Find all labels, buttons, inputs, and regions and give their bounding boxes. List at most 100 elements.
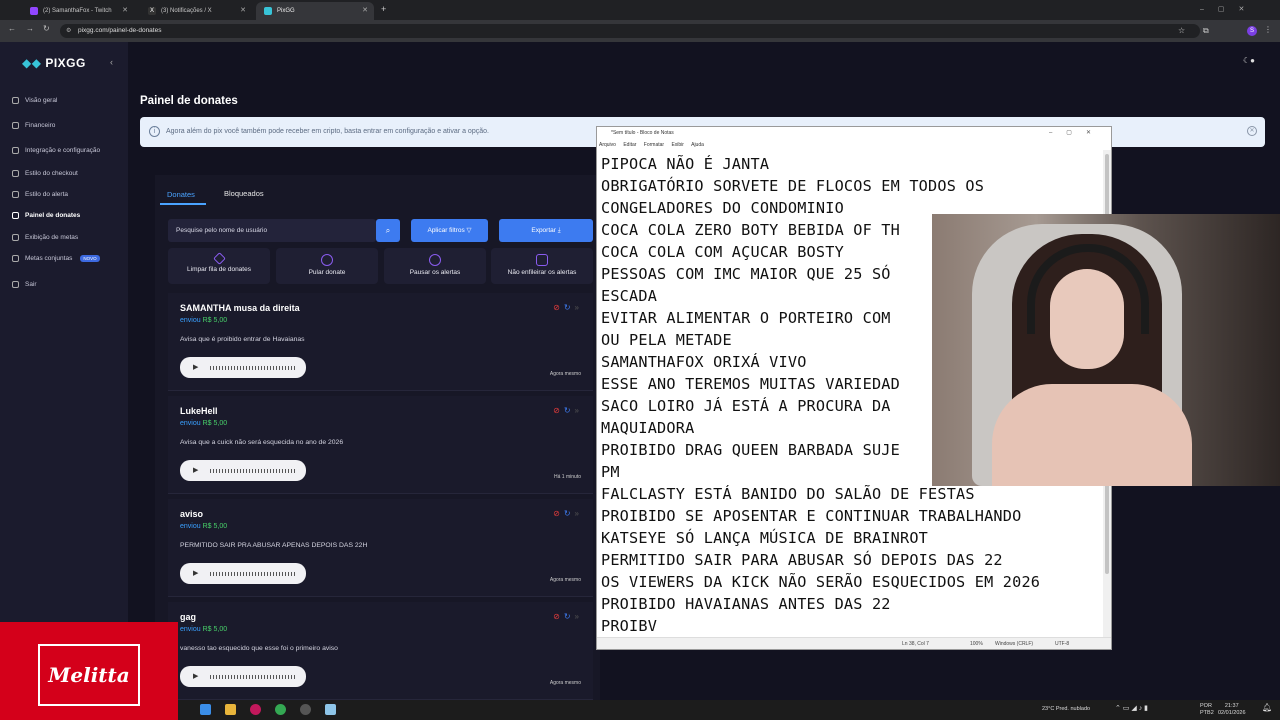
clock[interactable]: 21:37 02/01/2026 bbox=[1218, 703, 1246, 717]
donation-amount: enviou R$ 5,00 bbox=[180, 420, 227, 427]
url-input[interactable]: pixgg.com/painel-de-donates bbox=[60, 24, 1200, 38]
menu-arquivo[interactable]: Arquivo bbox=[599, 142, 616, 148]
replay-icon[interactable]: ↻ bbox=[564, 406, 571, 415]
sidebar-item-label: Financeiro bbox=[25, 122, 56, 129]
chrome-icon[interactable] bbox=[275, 704, 286, 715]
obs-icon[interactable] bbox=[300, 704, 311, 715]
extensions-icon[interactable]: ⧉ bbox=[1203, 26, 1209, 36]
search-button[interactable]: ⌕ bbox=[376, 219, 400, 242]
app-icon[interactable] bbox=[250, 704, 261, 715]
language-indicator[interactable]: POR PTB2 bbox=[1200, 703, 1214, 717]
window-controls[interactable]: –▢✕ bbox=[1049, 127, 1105, 140]
site-info-icon[interactable]: ⚙ bbox=[66, 27, 71, 34]
block-icon[interactable]: ⊘ bbox=[553, 303, 560, 312]
pixgg-logo: ◆◆ PIXGG bbox=[22, 56, 86, 70]
audio-player[interactable]: ▶ bbox=[180, 563, 306, 584]
replay-icon[interactable]: ↻ bbox=[564, 612, 571, 621]
system-tray-icons[interactable]: ⌃ ▭ ◢ ♪ ▮ bbox=[1115, 705, 1148, 712]
info-icon: i bbox=[149, 126, 160, 137]
menu-exibir[interactable]: Exibir bbox=[671, 142, 684, 148]
notepad-line: OBRIGATÓRIO SORVETE DE FLOCOS EM TODOS O… bbox=[601, 177, 985, 195]
back-icon[interactable]: ← bbox=[8, 24, 16, 33]
collapse-sidebar-icon[interactable]: ‹ bbox=[110, 57, 113, 67]
card-actions: ⊘ ↻ » bbox=[553, 509, 579, 518]
url-text: pixgg.com/painel-de-donates bbox=[78, 27, 162, 34]
notifications-icon[interactable]: 🔔︎ bbox=[1262, 704, 1272, 712]
skip-donate-button[interactable]: Pular donate bbox=[276, 248, 378, 284]
window-controls[interactable]: –▢✕ bbox=[1200, 5, 1258, 13]
search-input[interactable]: Pesquise pelo nome de usuário bbox=[168, 219, 376, 242]
skip-icon[interactable]: » bbox=[575, 612, 579, 621]
reload-icon[interactable]: ↻ bbox=[43, 24, 50, 33]
skip-icon[interactable]: » bbox=[575, 303, 579, 312]
forward-icon[interactable]: → bbox=[26, 24, 34, 33]
sidebar-item-checkout[interactable]: Estilo do checkout bbox=[12, 170, 78, 177]
close-icon[interactable]: ✕ bbox=[122, 6, 128, 14]
audio-player[interactable]: ▶ bbox=[180, 357, 306, 378]
clear-queue-button[interactable]: Limpar fila de donates bbox=[168, 248, 270, 284]
play-icon[interactable]: ▶ bbox=[193, 364, 198, 371]
close-icon[interactable]: ✕ bbox=[362, 6, 368, 14]
menu-ajuda[interactable]: Ajuda bbox=[691, 142, 704, 148]
amount-prefix: enviou bbox=[180, 626, 201, 633]
amount-value: R$ 5,00 bbox=[202, 626, 228, 633]
sidebar-item-financeiro[interactable]: Financeiro bbox=[12, 122, 55, 129]
notepad-titlebar[interactable]: *Sem título - Bloco de Notas –▢✕ bbox=[597, 127, 1111, 140]
new-tab-button[interactable]: + bbox=[381, 4, 386, 14]
menu-icon[interactable]: ⋮ bbox=[1264, 25, 1272, 34]
card-actions: ⊘ ↻ » bbox=[553, 303, 579, 312]
replay-icon[interactable]: ↻ bbox=[564, 509, 571, 518]
sidebar-item-visao-geral[interactable]: Visão geral bbox=[12, 97, 57, 104]
apply-filters-button[interactable]: Aplicar filtros ▽ bbox=[411, 219, 488, 242]
menu-formatar[interactable]: Formatar bbox=[644, 142, 664, 148]
pause-alerts-button[interactable]: Pausar os alertas bbox=[384, 248, 486, 284]
copilot-icon[interactable] bbox=[200, 704, 211, 715]
tab-donates[interactable]: Donates bbox=[167, 190, 195, 199]
sidebar-item-metas-conjuntas[interactable]: Metas conjuntas NOVO bbox=[12, 255, 100, 262]
notepad-line: KATSEYE SÓ LANÇA MÚSICA DE BRAINROT bbox=[601, 529, 929, 547]
notepad-statusbar: Ln 38, Col 7 100% Windows (CRLF) UTF-8 bbox=[597, 637, 1111, 649]
file-explorer-icon[interactable] bbox=[225, 704, 236, 715]
theme-toggle-icon[interactable]: ☾● bbox=[1243, 56, 1255, 65]
x-icon: X bbox=[148, 7, 156, 15]
weather-widget[interactable]: 23°C Pred. nublado bbox=[1042, 706, 1090, 713]
audio-player[interactable]: ▶ bbox=[180, 666, 306, 687]
play-icon[interactable]: ▶ bbox=[193, 467, 198, 474]
group-icon bbox=[12, 255, 19, 262]
sidebar-item-alerta[interactable]: Estilo do alerta bbox=[12, 191, 68, 198]
donor-name: LukeHell bbox=[180, 406, 218, 416]
cursor-position: Ln 38, Col 7 bbox=[902, 641, 929, 647]
bookmark-icon[interactable]: ☆ bbox=[1178, 26, 1185, 35]
close-icon[interactable]: ✕ bbox=[1247, 126, 1257, 136]
play-icon[interactable]: ▶ bbox=[193, 673, 198, 680]
menu-editar[interactable]: Editar bbox=[623, 142, 636, 148]
melitta-logo: Melitta bbox=[38, 644, 140, 706]
encoding: UTF-8 bbox=[1055, 641, 1070, 647]
tab-title: (3) Notificações / X bbox=[161, 8, 212, 14]
donation-message: Avisa que a cuick não será esquecida no … bbox=[180, 439, 344, 446]
tab-twitch[interactable]: (2) SamanthaFox - Twitch ✕ bbox=[22, 2, 134, 20]
tab-pixgg[interactable]: PixGG ✕ bbox=[256, 2, 374, 20]
tab-bloqueados[interactable]: Bloqueados bbox=[224, 189, 264, 198]
donation-time: Agora mesmo bbox=[549, 577, 581, 583]
sidebar-item-label: Sair bbox=[25, 281, 37, 288]
sidebar-item-painel-donates[interactable]: Painel de donates bbox=[12, 212, 80, 219]
skip-icon[interactable]: » bbox=[575, 509, 579, 518]
close-icon[interactable]: ✕ bbox=[240, 6, 246, 14]
notepad-icon[interactable] bbox=[325, 704, 336, 715]
block-icon[interactable]: ⊘ bbox=[553, 509, 560, 518]
play-icon[interactable]: ▶ bbox=[193, 570, 198, 577]
export-button[interactable]: Exportar ⤓ bbox=[499, 219, 593, 242]
sidebar-item-integracao[interactable]: Integração e configuração bbox=[12, 147, 100, 154]
sidebar-item-sair[interactable]: Sair bbox=[12, 281, 37, 288]
audio-player[interactable]: ▶ bbox=[180, 460, 306, 481]
sidebar-item-metas[interactable]: Exibição de metas bbox=[12, 234, 78, 241]
skip-icon[interactable]: » bbox=[575, 406, 579, 415]
no-queue-alerts-button[interactable]: Não enfileirar os alertas bbox=[491, 248, 593, 284]
replay-icon[interactable]: ↻ bbox=[564, 303, 571, 312]
block-icon[interactable]: ⊘ bbox=[553, 406, 560, 415]
tab-x[interactable]: X (3) Notificações / X ✕ bbox=[140, 2, 252, 20]
avatar[interactable]: S bbox=[1247, 26, 1257, 36]
block-icon[interactable]: ⊘ bbox=[553, 612, 560, 621]
card-actions: ⊘ ↻ » bbox=[553, 406, 579, 415]
